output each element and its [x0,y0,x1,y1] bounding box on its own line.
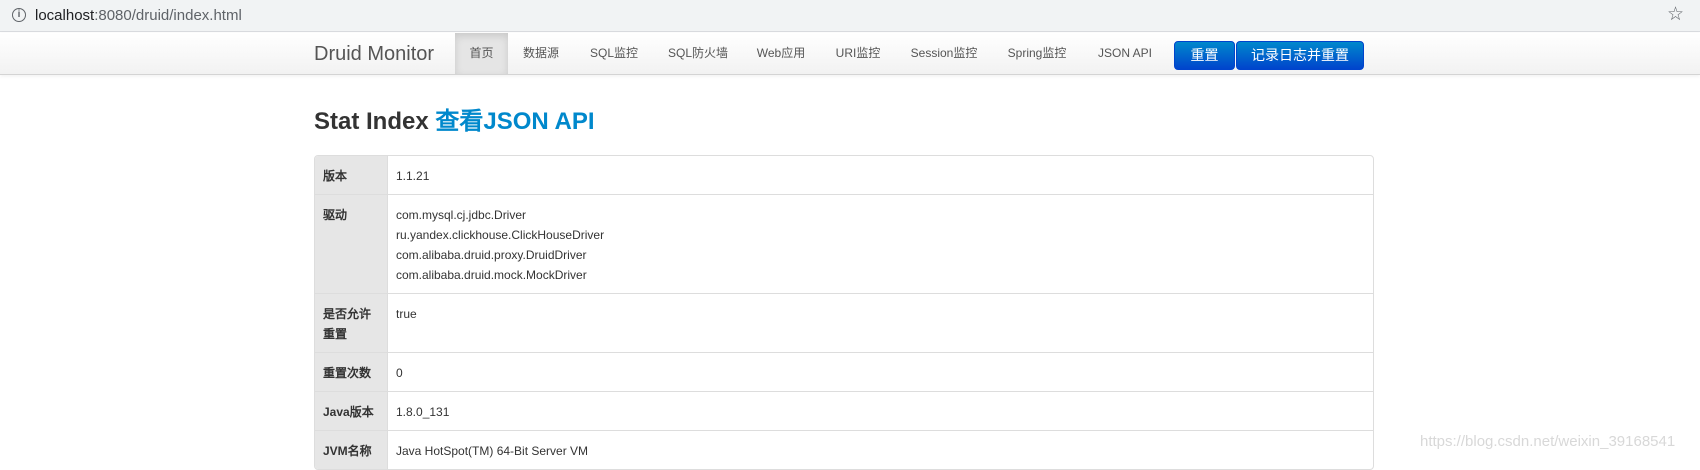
json-api-link[interactable]: 查看JSON API [435,108,594,135]
url-path: :8080/druid/index.html [94,7,242,24]
table-row: JVM名称 Java HotSpot(TM) 64-Bit Server VM [315,430,1373,469]
nav-datasource[interactable]: 数据源 [508,33,574,74]
navbar: Druid Monitor 首页 数据源 SQL监控 SQL防火墙 Web应用 … [0,33,1700,75]
table-row: 版本 1.1.21 [315,156,1373,194]
reset-button[interactable]: 重置 [1174,41,1235,70]
brand[interactable]: Druid Monitor [314,43,434,65]
table-row: 驱动 com.mysql.cj.jdbc.Driver ru.yandex.cl… [315,194,1373,293]
table-row: 是否允许重置 true [315,293,1373,352]
nav-uri[interactable]: URI监控 [820,33,896,74]
nav-spring[interactable]: Spring监控 [992,33,1082,74]
watermark: https://blog.csdn.net/weixin_39168541 [1420,433,1676,450]
row-key: 驱动 [315,194,388,293]
row-value: 1.8.0_131 [388,391,1373,430]
url-text[interactable]: localhost:8080/druid/index.html [35,7,242,25]
nav-home[interactable]: 首页 [455,33,508,74]
driver-item: com.mysql.cj.jdbc.Driver [396,208,527,222]
row-value: true [388,293,1373,352]
row-value: com.mysql.cj.jdbc.Driver ru.yandex.click… [388,194,1373,293]
nav-session[interactable]: Session监控 [896,33,992,74]
nav-sql[interactable]: SQL监控 [574,33,654,74]
row-value: 1.1.21 [396,169,430,183]
row-key: 版本 [315,156,388,194]
table-row: Java版本 1.8.0_131 [315,391,1373,430]
nav-sql-firewall[interactable]: SQL防火墙 [654,33,742,74]
nav-json-api[interactable]: JSON API [1082,33,1168,74]
table-row: 重置次数 0 [315,352,1373,391]
row-key-text: 是否允许重置 [323,307,372,341]
row-value: 0 [388,352,1373,391]
log-and-reset-button[interactable]: 记录日志并重置 [1236,41,1364,70]
page-title: Stat Index 查看JSON API [314,107,595,137]
browser-address-bar[interactable]: i localhost:8080/druid/index.html ☆ [0,0,1700,32]
nav-web-app[interactable]: Web应用 [742,33,820,74]
driver-item: ru.yandex.clickhouse.ClickHouseDriver [396,228,605,242]
page-title-text: Stat Index [314,108,429,135]
info-icon[interactable]: i [12,8,26,22]
driver-item: com.alibaba.druid.mock.MockDriver [396,268,587,282]
row-key: Java版本 [315,391,388,430]
row-key: 是否允许重置 [315,293,388,352]
row-key: JVM名称 [315,430,388,469]
driver-item: com.alibaba.druid.proxy.DruidDriver [396,248,587,262]
row-value: Java HotSpot(TM) 64-Bit Server VM [388,430,1373,469]
bookmark-star-icon[interactable]: ☆ [1667,4,1684,26]
row-key: 重置次数 [315,352,388,391]
stat-index-table: 版本 1.1.21 驱动 com.mysql.cj.jdbc.Driver ru… [314,155,1374,470]
url-host: localhost [35,7,95,24]
